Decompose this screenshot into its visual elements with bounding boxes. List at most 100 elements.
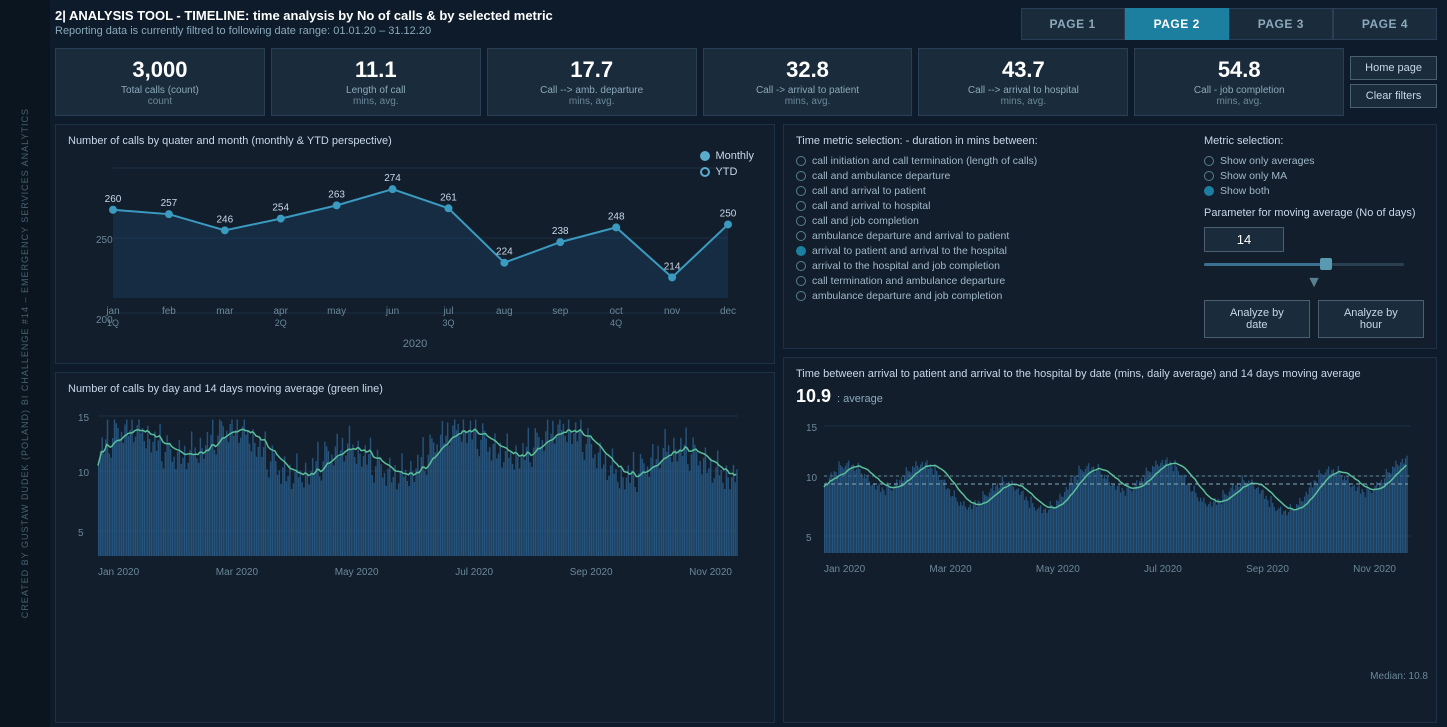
- left-panel: Number of calls by quater and month (mon…: [55, 124, 775, 723]
- svg-text:may: may: [327, 306, 346, 317]
- kpi-row: 3,000 Total calls (count) count 11.1 Len…: [55, 48, 1437, 116]
- time-metric-label-5: ambulance departure and arrival to patie…: [812, 230, 1009, 242]
- time-metric-option-9[interactable]: ambulance departure and job completion: [796, 290, 1188, 302]
- ma-slider-container: [1204, 258, 1404, 272]
- svg-text:2Q: 2Q: [275, 318, 287, 328]
- svg-text:10: 10: [78, 468, 90, 479]
- top-chart-box: Number of calls by quater and month (mon…: [55, 124, 775, 364]
- kpi-amb-departure-label: Call --> amb. departure: [502, 85, 682, 96]
- svg-text:15: 15: [78, 413, 90, 424]
- time-metric-label-7: arrival to the hospital and job completi…: [812, 260, 1000, 272]
- top-chart-year: 2020: [68, 338, 762, 350]
- legend-ytd: YTD: [700, 166, 754, 178]
- bottom-chart-x-labels: Jan 2020 Mar 2020 May 2020 Jul 2020 Sep …: [68, 567, 762, 578]
- svg-text:250: 250: [96, 235, 113, 246]
- radio-circle-9: [796, 291, 806, 301]
- svg-text:nov: nov: [664, 306, 680, 317]
- metric-radio-0: [1204, 156, 1214, 166]
- svg-text:224: 224: [496, 247, 513, 258]
- svg-text:oct: oct: [610, 306, 624, 317]
- ma-param-input[interactable]: [1204, 227, 1284, 252]
- svg-text:1Q: 1Q: [107, 318, 119, 328]
- rx-label-jul: Jul 2020: [1144, 564, 1182, 575]
- right-bottom-chart-box: Time between arrival to patient and arri…: [783, 357, 1437, 723]
- metric-selection-options: Show only averages Show only MA Show bot…: [1204, 155, 1424, 197]
- time-metric-label-3: call and arrival to hospital: [812, 200, 930, 212]
- home-page-button[interactable]: Home page: [1350, 56, 1437, 80]
- radio-circle-4: [796, 216, 806, 226]
- avg-label: : average: [837, 393, 883, 405]
- sidebar-label-2: CREATED BY GUSTAW DUDEK (POLAND): [20, 409, 30, 618]
- svg-text:apr: apr: [274, 306, 289, 317]
- median-label: Median: 10.8: [1370, 671, 1428, 682]
- tab-page2[interactable]: PAGE 2: [1125, 8, 1229, 40]
- header-title: 2| ANALYSIS TOOL - TIMELINE: time analys…: [55, 8, 553, 23]
- right-bottom-chart-title: Time between arrival to patient and arri…: [796, 368, 1424, 380]
- kpi-length-call-value: 11.1: [286, 57, 466, 83]
- avg-value: 10.9: [796, 386, 831, 407]
- kpi-arrival-patient-value: 32.8: [718, 57, 898, 83]
- svg-text:5: 5: [78, 528, 84, 539]
- metric-option-2[interactable]: Show both: [1204, 185, 1424, 197]
- time-metric-section: Time metric selection: - duration in min…: [796, 135, 1188, 338]
- rx-label-may: May 2020: [1036, 564, 1080, 575]
- svg-text:feb: feb: [162, 306, 176, 317]
- chevron-down-icon: ▼: [1204, 274, 1424, 292]
- right-panel: Time metric selection: - duration in min…: [783, 124, 1437, 723]
- controls-box: Time metric selection: - duration in min…: [783, 124, 1437, 349]
- time-metric-options: call initiation and call termination (le…: [796, 155, 1188, 302]
- page-tabs: PAGE 1 PAGE 2 PAGE 3 PAGE 4: [1021, 8, 1438, 40]
- x-label-jul: Jul 2020: [455, 567, 493, 578]
- time-metric-option-0[interactable]: call initiation and call termination (le…: [796, 155, 1188, 167]
- time-metric-label-4: call and job completion: [812, 215, 919, 227]
- kpi-job-completion-label: Call - job completion: [1149, 85, 1329, 96]
- radio-circle-6: [796, 246, 806, 256]
- kpi-amb-departure-value: 17.7: [502, 57, 682, 83]
- tab-page4[interactable]: PAGE 4: [1333, 8, 1437, 40]
- legend-ytd-dot: [700, 167, 710, 177]
- kpi-total-calls-value: 3,000: [70, 57, 250, 83]
- slider-thumb[interactable]: [1320, 258, 1332, 270]
- analyze-by-hour-button[interactable]: Analyze by hour: [1318, 300, 1424, 338]
- legend-monthly: Monthly: [700, 150, 754, 162]
- header-title-prefix: 2| ANALYSIS TOOL - TIMELINE:: [55, 8, 249, 23]
- top-chart-title: Number of calls by quater and month (mon…: [68, 135, 762, 147]
- time-metric-option-6[interactable]: arrival to patient and arrival to the ho…: [796, 245, 1188, 257]
- time-metric-option-5[interactable]: ambulance departure and arrival to patie…: [796, 230, 1188, 242]
- radio-circle-5: [796, 231, 806, 241]
- time-metric-label-0: call initiation and call termination (le…: [812, 155, 1037, 167]
- time-metric-label-9: ambulance departure and job completion: [812, 290, 1002, 302]
- kpi-amb-departure: 17.7 Call --> amb. departure mins, avg.: [487, 48, 697, 116]
- ma-param-box: Parameter for moving average (No of days…: [1204, 207, 1424, 272]
- time-metric-option-7[interactable]: arrival to the hospital and job completi…: [796, 260, 1188, 272]
- metric-option-1[interactable]: Show only MA: [1204, 170, 1424, 182]
- legend-ytd-label: YTD: [715, 166, 737, 178]
- clear-filters-button[interactable]: Clear filters: [1350, 84, 1437, 108]
- svg-text:260: 260: [105, 194, 122, 205]
- metric-selection-title: Metric selection:: [1204, 135, 1424, 147]
- svg-text:sep: sep: [552, 306, 569, 317]
- kpi-job-completion-value: 54.8: [1149, 57, 1329, 83]
- time-metric-option-8[interactable]: call termination and ambulance departure: [796, 275, 1188, 287]
- svg-text:257: 257: [161, 198, 178, 209]
- tab-page3[interactable]: PAGE 3: [1229, 8, 1333, 40]
- svg-text:263: 263: [328, 189, 345, 200]
- metric-option-0[interactable]: Show only averages: [1204, 155, 1424, 167]
- analyze-buttons: Analyze by date Analyze by hour: [1204, 300, 1424, 338]
- tab-page1[interactable]: PAGE 1: [1021, 8, 1125, 40]
- kpi-action-buttons: Home page Clear filters: [1350, 56, 1437, 108]
- svg-text:248: 248: [608, 211, 625, 222]
- radio-circle-0: [796, 156, 806, 166]
- time-metric-option-4[interactable]: call and job completion: [796, 215, 1188, 227]
- kpi-job-completion: 54.8 Call - job completion mins, avg.: [1134, 48, 1344, 116]
- time-metric-option-3[interactable]: call and arrival to hospital: [796, 200, 1188, 212]
- analyze-by-date-button[interactable]: Analyze by date: [1204, 300, 1310, 338]
- time-metric-option-2[interactable]: call and arrival to patient: [796, 185, 1188, 197]
- header-subtitle: Reporting data is currently filtred to f…: [55, 25, 553, 37]
- x-label-nov: Nov 2020: [689, 567, 732, 578]
- time-metric-option-1[interactable]: call and ambulance departure: [796, 170, 1188, 182]
- svg-text:10: 10: [806, 473, 818, 484]
- header-title-suffix: time analysis by No of calls & by select…: [249, 8, 552, 23]
- svg-text:3Q: 3Q: [442, 318, 454, 328]
- metric-label-0: Show only averages: [1220, 155, 1315, 167]
